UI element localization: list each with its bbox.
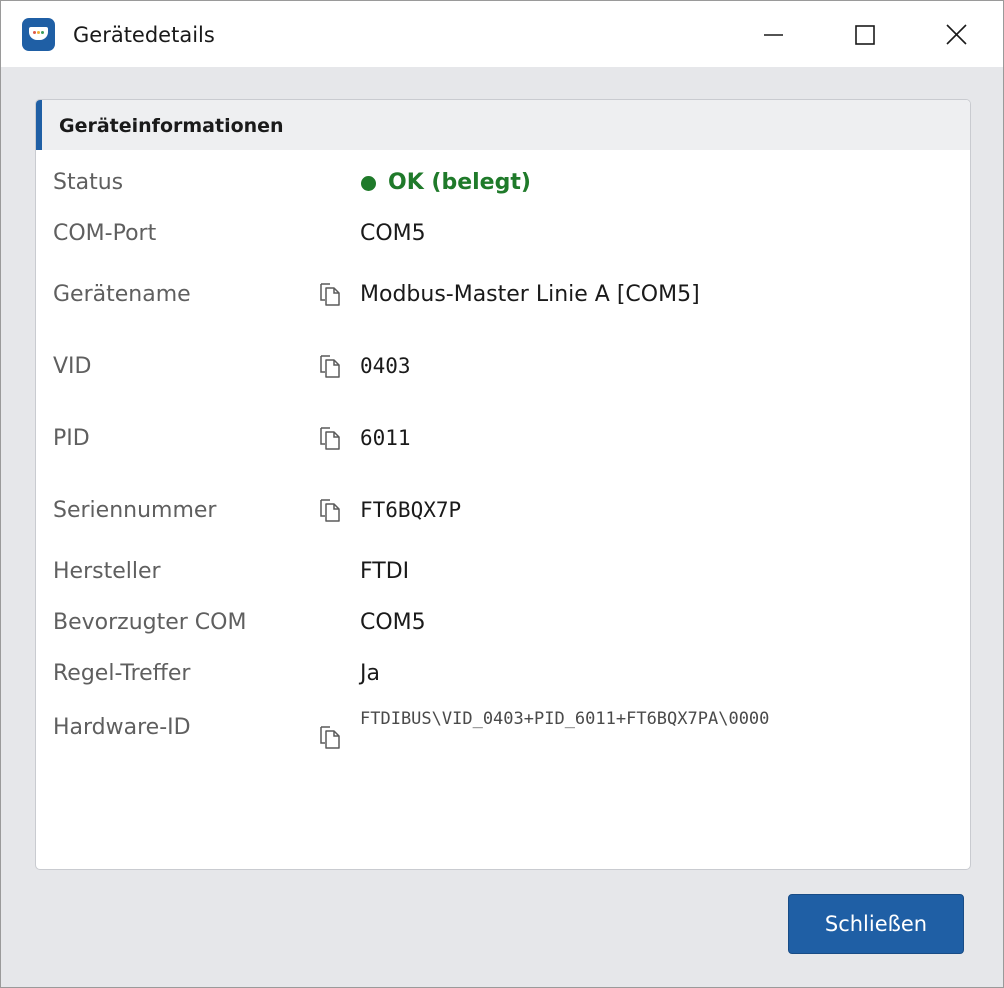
close-button[interactable]: Schließen — [788, 894, 964, 954]
panel-title: Geräteinformationen — [59, 115, 284, 137]
label-status: Status — [53, 170, 124, 195]
panel-header: Geräteinformationen — [36, 100, 970, 150]
title-bar[interactable]: Gerätedetails — [1, 1, 1003, 67]
maximize-button[interactable] — [842, 11, 888, 57]
copy-serial-icon[interactable] — [318, 496, 344, 524]
copy-device-name-icon[interactable] — [318, 280, 344, 308]
label-manufacturer: Hersteller — [53, 559, 161, 584]
close-window-button[interactable] — [933, 11, 979, 57]
label-rule-match: Regel-Treffer — [53, 661, 191, 686]
copy-pid-icon[interactable] — [318, 424, 344, 452]
label-pid: PID — [53, 426, 90, 451]
label-serial: Seriennummer — [53, 498, 217, 523]
window-title: Gerätedetails — [73, 23, 215, 47]
value-manufacturer: FTDI — [360, 559, 410, 584]
label-hardware-id: Hardware-ID — [53, 715, 191, 740]
value-vid: 0403 — [360, 354, 411, 378]
value-rule-match: Ja — [360, 661, 380, 686]
close-icon — [946, 24, 967, 45]
value-com-port: COM5 — [360, 221, 426, 246]
copy-vid-icon[interactable] — [318, 352, 344, 380]
device-info-panel: Geräteinformationen Status OK (belegt) C… — [35, 99, 971, 870]
value-device-name: Modbus-Master Linie A [COM5] — [360, 282, 700, 307]
copy-hardware-id-icon[interactable] — [318, 723, 344, 751]
minimize-button[interactable] — [750, 11, 796, 57]
label-preferred-com: Bevorzugter COM — [53, 610, 247, 635]
status-value: OK (belegt) — [388, 170, 531, 195]
label-com-port: COM-Port — [53, 221, 157, 246]
value-pid: 6011 — [360, 426, 411, 450]
status-ok-icon — [361, 176, 376, 191]
app-icon — [22, 18, 55, 51]
value-preferred-com: COM5 — [360, 610, 426, 635]
minimize-icon — [764, 34, 783, 36]
value-hardware-id: FTDIBUS\VID_0403+PID_6011+FT6BQX7PA\0000 — [360, 709, 770, 729]
maximize-icon — [855, 25, 875, 45]
device-details-window: Gerätedetails Geräteinformationen Status — [0, 0, 1004, 988]
label-device-name: Gerätename — [53, 282, 191, 307]
label-vid: VID — [53, 354, 92, 379]
value-serial: FT6BQX7P — [360, 498, 462, 522]
